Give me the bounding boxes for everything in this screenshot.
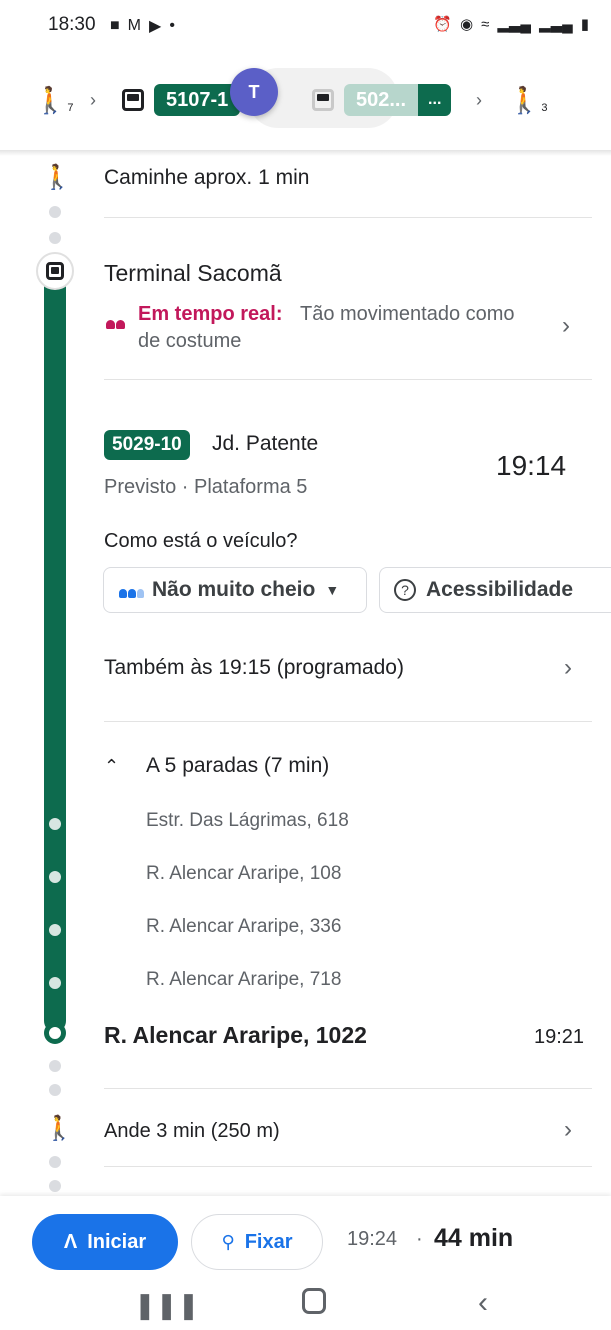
timeline-dot	[49, 206, 61, 218]
gmail-icon: M	[127, 17, 141, 34]
dot-icon: •	[169, 17, 175, 34]
route-pill-2-more: ...	[418, 84, 452, 116]
teams-chat-bubble[interactable]: T	[230, 68, 278, 116]
walk-first-step[interactable]: Caminhe aprox. 1 min	[104, 166, 309, 190]
home-icon[interactable]	[302, 1288, 326, 1314]
terminal-name[interactable]: Terminal Sacomã	[104, 260, 282, 287]
walk-end-minutes: 3	[541, 102, 548, 114]
pin-icon: ⚲	[221, 1231, 235, 1252]
intermediate-stop: Estr. Das Lágrimas, 618	[146, 810, 349, 831]
bus-segment-1[interactable]: 5107-1	[122, 82, 241, 118]
start-navigation-button[interactable]: Λ Iniciar	[32, 1214, 178, 1270]
eta-separator: ·	[416, 1228, 423, 1250]
realtime-label: Em tempo real:	[138, 303, 283, 325]
walk-icon: 🚶	[508, 84, 541, 115]
chat-icon: ■	[110, 17, 120, 34]
chevron-right-icon[interactable]: ›	[562, 312, 570, 340]
chevron-up-icon[interactable]: ⌃	[104, 756, 119, 777]
arrival-time: 19:21	[534, 1026, 585, 1048]
transit-line	[44, 272, 66, 1032]
stops-summary[interactable]: A 5 paradas (7 min)	[146, 754, 329, 778]
timeline-dot	[49, 1084, 61, 1096]
timeline-dot	[49, 1156, 61, 1168]
arrival-stop[interactable]: R. Alencar Araripe, 1022	[104, 1022, 367, 1049]
realtime-text-line1: Tão movimentado como	[300, 303, 515, 325]
stop-dot	[49, 818, 61, 830]
dropdown-arrow-icon: ▼	[325, 582, 340, 598]
stop-dot	[49, 977, 61, 989]
notification-icons: ■ M ▶ •	[110, 16, 175, 36]
accessibility-chip[interactable]: ? Acessibilidade	[379, 567, 611, 613]
status-bar: 18:30 ■ M ▶ • ⏰ ◉ ≈ ▂▃▄ ▂▃▄ ▮	[0, 0, 611, 56]
route-summary-strip[interactable]: 🚶 7 › 5107-1 502... ... T › 🚶 3	[0, 68, 611, 132]
timeline-dot	[49, 1180, 61, 1192]
walk-transfer-icon: 🚶	[42, 164, 72, 191]
back-icon[interactable]: ‹	[478, 1286, 488, 1320]
chevron-right-icon[interactable]: ›	[564, 654, 572, 682]
arrival-stop-marker	[44, 1022, 66, 1044]
also-at-departure[interactable]: Também às 19:15 (programado)	[104, 656, 404, 680]
youtube-icon: ▶	[149, 18, 162, 35]
bus-icon	[312, 89, 334, 111]
chevron-right-icon[interactable]: ›	[564, 1116, 572, 1144]
bus-icon	[122, 89, 144, 111]
alarm-icon: ⏰	[433, 16, 452, 33]
departure-time: 19:14	[496, 450, 567, 481]
divider	[104, 1088, 592, 1089]
divider	[104, 1166, 592, 1167]
system-navigation-bar: ❚❚❚ ‹	[0, 1286, 611, 1330]
forecast-platform: Previsto · Plataforma 5	[104, 476, 308, 498]
route-badge: 5029-10	[104, 430, 190, 460]
realtime-text-line2: de costume	[138, 330, 242, 352]
route-pill-1: 5107-1	[154, 84, 241, 116]
walk-icon: 🚶	[34, 84, 67, 115]
wifi-icon: ≈	[481, 15, 490, 33]
crowd-icon	[104, 313, 128, 329]
navigation-arrow-icon: Λ	[63, 1230, 78, 1253]
accessibility-chip-label: Acessibilidade	[426, 578, 574, 601]
walk-end-segment[interactable]: 🚶 3	[508, 82, 548, 118]
bus-segment-2[interactable]: 502... ...	[312, 82, 452, 118]
pin-label: Fixar	[244, 1230, 293, 1253]
chevron-right-icon: ›	[476, 89, 482, 110]
intermediate-stop: R. Alencar Araripe, 718	[146, 969, 342, 990]
crowd-icon	[118, 580, 144, 600]
timeline-dot	[49, 232, 61, 244]
route-pill-2: 502...	[344, 84, 419, 116]
signal-icon: ▂▃▄	[497, 16, 532, 33]
walk-start-segment[interactable]: 🚶 7	[34, 82, 74, 118]
intermediate-stop: R. Alencar Araripe, 108	[146, 863, 342, 884]
signal-icon: ▂▃▄	[539, 16, 573, 33]
crowd-chip-label: Não muito cheio	[152, 578, 316, 601]
battery-icon: ▮	[580, 16, 589, 33]
timeline-dot	[49, 1060, 61, 1072]
system-icons: ⏰ ◉ ≈ ▂▃▄ ▂▃▄ ▮	[433, 15, 589, 34]
eta-time: 19:24	[347, 1228, 398, 1250]
chevron-right-icon: ›	[90, 89, 96, 110]
help-icon: ?	[394, 579, 416, 601]
recents-icon[interactable]: ❚❚❚	[134, 1290, 199, 1321]
divider	[104, 721, 592, 722]
walk-start-minutes: 7	[67, 102, 74, 114]
crowd-level-chip[interactable]: Não muito cheio ▼	[103, 567, 367, 613]
intermediate-stop: R. Alencar Araripe, 336	[146, 916, 342, 937]
status-time: 18:30	[48, 14, 96, 35]
strip-shadow	[0, 150, 611, 156]
trip-duration: 44 min	[434, 1224, 514, 1252]
walk-icon: 🚶	[44, 1115, 74, 1142]
walk-last-step[interactable]: Ande 3 min (250 m)	[104, 1120, 280, 1143]
bus-stop-icon	[36, 252, 74, 290]
pin-trip-button[interactable]: ⚲ Fixar	[191, 1214, 323, 1270]
route-destination: Jd. Patente	[212, 432, 319, 455]
divider	[104, 217, 592, 218]
location-icon: ◉	[460, 16, 474, 33]
start-label: Iniciar	[87, 1230, 147, 1253]
divider	[104, 379, 592, 380]
vehicle-question: Como está o veículo?	[104, 530, 298, 552]
stop-dot	[49, 924, 61, 936]
stop-dot	[49, 871, 61, 883]
